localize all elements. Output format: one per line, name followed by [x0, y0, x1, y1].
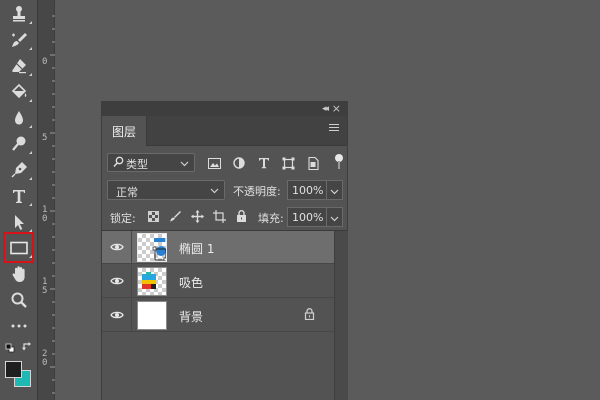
layer-name[interactable]: 背景: [179, 308, 203, 325]
selected-tool-highlight: [3, 232, 34, 263]
hand-icon: [10, 265, 28, 283]
divider: [131, 265, 132, 298]
type-icon: [10, 187, 28, 205]
smart-object-filter-icon[interactable]: [306, 156, 320, 170]
shape-filter-icon[interactable]: [281, 156, 295, 170]
ellipse-thumb-icon: [152, 238, 166, 261]
stamp-icon: [10, 5, 28, 23]
arrow-icon: [10, 213, 28, 231]
stamp-tool[interactable]: [4, 2, 34, 26]
chevron-down-icon: [330, 212, 339, 226]
dodge-tool[interactable]: [4, 132, 34, 156]
filter-kind-label: 类型: [126, 158, 148, 171]
lock-transparency-icon[interactable]: [146, 209, 160, 223]
tools-panel: [0, 0, 38, 400]
filter-toggle-stem: [338, 161, 340, 169]
lock-all-icon[interactable]: [234, 209, 248, 223]
layer-thumbnail[interactable]: [137, 267, 167, 296]
eye-icon[interactable]: [110, 275, 124, 289]
collapse-panel-icon[interactable]: ◂◂: [322, 104, 329, 114]
close-panel-icon[interactable]: ×: [332, 102, 341, 115]
layers-panel: ◂◂ × 图层 类型 正常 不透明度: 100% 锁定: 填充: 100% 椭圆…: [101, 101, 348, 400]
pen-icon: [10, 161, 28, 179]
zoom-icon: [10, 291, 28, 309]
blend-mode-select[interactable]: 正常: [107, 180, 225, 200]
history-brush-icon: [10, 31, 28, 49]
panel-title-bar[interactable]: ◂◂ ×: [102, 102, 347, 116]
ruler-mark: 0: [42, 57, 48, 67]
adjustment-filter-icon[interactable]: [232, 156, 246, 170]
hand-tool[interactable]: [4, 262, 34, 286]
search-icon: [113, 156, 124, 171]
eraser-tool[interactable]: [4, 54, 34, 78]
layer-thumbnail[interactable]: [137, 301, 167, 330]
type-tool[interactable]: [4, 184, 34, 208]
ruler-mark: 2 0: [42, 349, 48, 368]
chevron-down-icon: [330, 185, 339, 199]
zoom-tool[interactable]: [4, 288, 34, 312]
layer-row-background[interactable]: 背景: [102, 299, 334, 332]
history-brush-tool[interactable]: [4, 28, 34, 52]
color-swatch-thumb-icon: [142, 272, 156, 289]
layers-scrollbar[interactable]: [334, 231, 348, 400]
divider: [131, 299, 132, 332]
blur-tool[interactable]: [4, 106, 34, 130]
fill-label: 填充:: [258, 212, 284, 225]
opacity-label: 不透明度:: [233, 185, 281, 198]
vertical-ruler[interactable]: 0 5 1 0 1 5 2 0: [38, 0, 55, 400]
type-filter-icon[interactable]: [257, 156, 271, 170]
layer-name[interactable]: 吸色: [179, 274, 203, 291]
paint-bucket-tool[interactable]: [4, 80, 34, 104]
panel-tab-strip: 图层: [102, 116, 347, 146]
paint-bucket-icon: [10, 83, 28, 101]
swap-colors-icon[interactable]: [22, 341, 33, 355]
chevron-down-icon: [180, 157, 189, 171]
layer-row-color-pick[interactable]: 吸色: [102, 265, 334, 298]
opacity-field[interactable]: 100%: [287, 180, 326, 200]
chevron-down-icon: [210, 184, 219, 198]
more-tools[interactable]: [4, 314, 34, 338]
path-selection-tool[interactable]: [4, 210, 34, 234]
eraser-icon: [10, 57, 28, 75]
layer-thumbnail[interactable]: [137, 233, 167, 262]
lock-label: 锁定:: [110, 212, 136, 225]
lock-icon[interactable]: [304, 308, 315, 323]
divider: [131, 231, 132, 264]
eye-icon[interactable]: [110, 241, 124, 255]
pen-tool[interactable]: [4, 158, 34, 182]
default-colors-icon[interactable]: [5, 342, 15, 356]
layer-row-ellipse-1[interactable]: 椭圆 1: [102, 231, 334, 264]
dodge-icon: [10, 135, 28, 153]
ellipsis-icon: [10, 323, 28, 329]
lock-position-icon[interactable]: [190, 209, 204, 223]
blend-mode-value: 正常: [116, 186, 138, 199]
fill-field[interactable]: 100%: [287, 207, 326, 227]
image-filter-icon[interactable]: [207, 156, 221, 170]
layer-filter-select[interactable]: 类型: [107, 153, 195, 172]
eye-icon[interactable]: [110, 309, 124, 323]
tab-layers[interactable]: 图层: [102, 116, 147, 146]
fill-dropdown-button[interactable]: [326, 207, 343, 227]
ruler-mark: 1 5: [42, 277, 48, 296]
lock-pixels-icon[interactable]: [168, 209, 182, 223]
ruler-mark: 1 0: [42, 205, 48, 224]
panel-menu-icon[interactable]: [329, 124, 339, 133]
lock-artboard-icon[interactable]: [212, 209, 226, 223]
opacity-dropdown-button[interactable]: [326, 180, 343, 200]
foreground-color-swatch[interactable]: [5, 361, 22, 378]
drop-icon: [10, 109, 28, 127]
layer-name[interactable]: 椭圆 1: [179, 240, 214, 257]
ruler-mark: 5: [42, 133, 48, 143]
